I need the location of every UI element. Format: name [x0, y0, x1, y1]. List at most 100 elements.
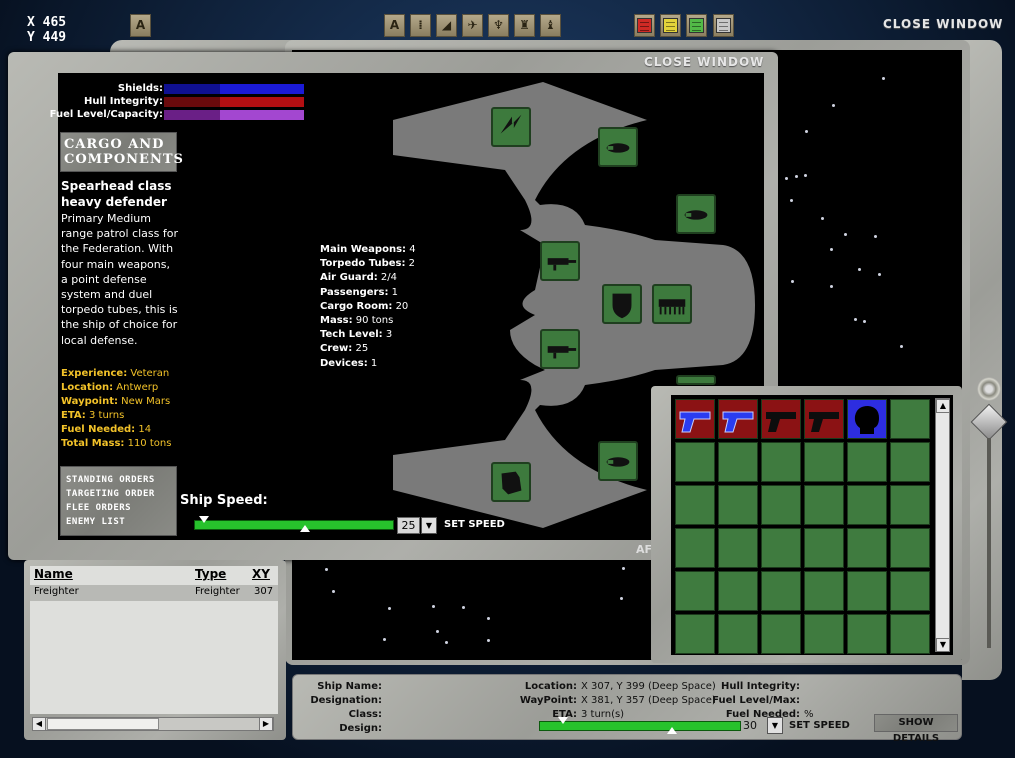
cargo-cell[interactable] — [847, 399, 887, 439]
cargo-cell[interactable] — [718, 614, 758, 654]
cargo-cell[interactable] — [847, 571, 887, 611]
cargo-cell[interactable] — [761, 614, 801, 654]
cargo-cell[interactable] — [761, 485, 801, 525]
y-label: Y — [27, 30, 35, 45]
cargo-cell[interactable] — [890, 442, 930, 482]
cargo-cell[interactable] — [847, 442, 887, 482]
cargo-cell[interactable] — [718, 485, 758, 525]
letter-a-filter-button[interactable]: A — [384, 14, 405, 37]
cargo-cell[interactable] — [890, 614, 930, 654]
component-slot[interactable] — [491, 462, 531, 502]
component-slot[interactable] — [598, 127, 638, 167]
cargo-scroll-up-button[interactable]: ▲ — [936, 399, 950, 413]
speed-max-thumb — [300, 525, 310, 532]
speed-value[interactable]: 25 — [397, 517, 420, 534]
cargo-cell[interactable] — [675, 399, 715, 439]
ship-speed-slider[interactable] — [194, 520, 394, 530]
info-speed-dropdown[interactable]: ▼ — [767, 717, 783, 734]
table-row[interactable]: Freighter Freighter 307 — [30, 585, 278, 601]
component-slot[interactable] — [676, 194, 716, 234]
order-button[interactable]: TARGETING ORDER — [66, 487, 171, 501]
component-slot[interactable] — [676, 375, 716, 385]
cargo-cell[interactable] — [675, 614, 715, 654]
zoom-knob-icon[interactable] — [977, 377, 1001, 401]
cargo-cell[interactable] — [675, 485, 715, 525]
cargo-cell[interactable] — [675, 528, 715, 568]
order-button[interactable]: ENEMY LIST — [66, 515, 171, 529]
cargo-cell[interactable] — [804, 571, 844, 611]
cargo-cell[interactable] — [890, 399, 930, 439]
yellow-filter-button[interactable] — [660, 14, 681, 37]
cargo-cell[interactable] — [761, 528, 801, 568]
star — [832, 104, 835, 107]
cargo-cell[interactable] — [718, 571, 758, 611]
star — [620, 597, 623, 600]
component-slot[interactable] — [602, 284, 642, 324]
order-button[interactable]: STANDING ORDERS — [66, 473, 171, 487]
cargo-scroll-down-button[interactable]: ▼ — [936, 638, 950, 652]
col-xy-header[interactable]: XY — [252, 567, 270, 581]
black-pistol-icon — [809, 412, 839, 432]
status-value: 110 tons — [124, 438, 172, 449]
cargo-cell[interactable] — [890, 571, 930, 611]
speed-dropdown-button[interactable]: ▼ — [421, 517, 437, 534]
cargo-cell[interactable] — [847, 528, 887, 568]
cargo-cell[interactable] — [890, 485, 930, 525]
status-value: Veteran — [127, 368, 170, 379]
info-speed-thumb[interactable] — [558, 717, 568, 724]
info-set-speed-button[interactable]: SET SPEED — [789, 720, 850, 731]
cargo-cell[interactable] — [804, 614, 844, 654]
font-toggle-button[interactable]: A — [130, 14, 151, 37]
cargo-cell[interactable] — [804, 528, 844, 568]
cruiser-filter-button[interactable]: ♆ — [488, 14, 509, 37]
cargo-cell[interactable] — [761, 442, 801, 482]
cargo-components-button[interactable]: CARGO AND COMPONENTS — [60, 132, 183, 172]
info-speed-slider[interactable] — [539, 721, 741, 731]
col-name-header[interactable]: Name — [34, 567, 73, 581]
cargo-cell[interactable] — [804, 485, 844, 525]
cargo-cell[interactable] — [718, 399, 758, 439]
cargo-scrollbar[interactable] — [935, 398, 950, 652]
cargo-cell[interactable] — [675, 571, 715, 611]
info-speed-value[interactable]: 30 — [743, 719, 757, 732]
ship-list-hscroll[interactable] — [32, 717, 274, 731]
component-slot[interactable] — [540, 329, 580, 369]
green-filter-button[interactable] — [686, 14, 707, 37]
cargo-cell[interactable] — [890, 528, 930, 568]
small-ship-filter-button[interactable]: ◢ — [436, 14, 457, 37]
cargo-cell[interactable] — [804, 442, 844, 482]
station-filter-button[interactable]: ♝ — [540, 14, 561, 37]
show-details-button[interactable]: SHOW DETAILS — [874, 714, 958, 744]
fighter-filter-button[interactable]: ✈ — [462, 14, 483, 37]
component-slot[interactable] — [652, 284, 692, 324]
scroll-left-button[interactable]: ◀ — [32, 717, 46, 731]
cargo-cell[interactable] — [718, 528, 758, 568]
stripe — [666, 26, 675, 27]
cargo-cell[interactable] — [675, 442, 715, 482]
col-type-header[interactable]: Type — [195, 567, 226, 581]
cargo-cell[interactable] — [804, 399, 844, 439]
order-button[interactable]: FLEE ORDERS — [66, 501, 171, 515]
stat-item: Tech Level: 3 — [320, 328, 416, 342]
zoom-track[interactable] — [987, 438, 991, 648]
hscroll-thumb[interactable] — [47, 718, 159, 730]
cargo-cell[interactable] — [761, 571, 801, 611]
cargo-cell[interactable] — [847, 614, 887, 654]
close-window-button[interactable]: CLOSE WINDOW — [883, 17, 1003, 31]
component-slot[interactable] — [598, 441, 638, 481]
red-filter-button[interactable] — [634, 14, 655, 37]
set-speed-button[interactable]: SET SPEED — [444, 519, 505, 530]
cargo-cell[interactable] — [847, 485, 887, 525]
figure-filter-button[interactable]: ⁞ — [410, 14, 431, 37]
component-slot[interactable] — [540, 241, 580, 281]
speed-current-thumb[interactable] — [199, 516, 209, 523]
cargo-cell[interactable] — [718, 442, 758, 482]
carrier-filter-button[interactable]: ♜ — [514, 14, 535, 37]
component-slot[interactable] — [491, 107, 531, 147]
white-filter-button[interactable] — [713, 14, 734, 37]
scroll-right-button[interactable]: ▶ — [259, 717, 273, 731]
blue-pistol-icon — [722, 411, 754, 433]
cargo-cell[interactable] — [761, 399, 801, 439]
stat-item: Torpedo Tubes: 2 — [320, 257, 416, 271]
ship-window-close-button[interactable]: CLOSE WINDOW — [644, 55, 764, 69]
